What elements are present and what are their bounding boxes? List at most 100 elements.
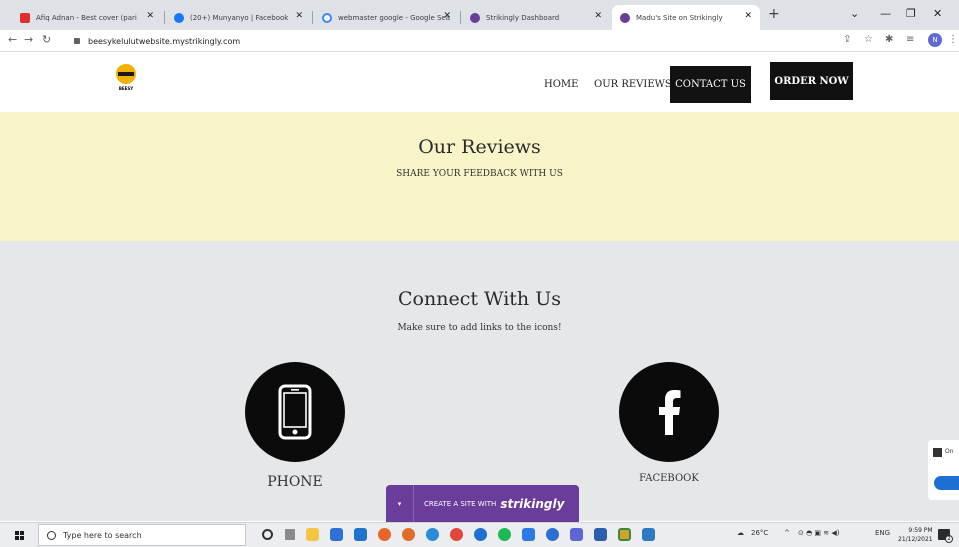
show-hidden-icons-icon[interactable]: ^ — [784, 529, 790, 537]
facebook-icon — [659, 390, 681, 435]
browser-toolbar: ← → ↻ beesykelulutwebsite.mystrikingly.c… — [0, 30, 959, 52]
clock-date: 21/12/2021 — [898, 536, 933, 543]
onedrive-app-icon — [933, 448, 942, 457]
edge-icon[interactable] — [426, 528, 439, 541]
strikingly-brand: strikingly — [500, 496, 565, 511]
close-icon[interactable]: ✕ — [594, 11, 602, 21]
tab-madus-site[interactable]: Madu's Site on Strikingly ✕ — [612, 5, 760, 30]
minimize-icon[interactable]: — — [880, 7, 891, 20]
app-icon[interactable] — [618, 528, 631, 541]
menu-icon[interactable]: ⋮ — [948, 34, 958, 45]
word-icon[interactable] — [594, 528, 607, 541]
close-icon[interactable]: ✕ — [443, 11, 451, 21]
spotify-icon[interactable] — [498, 528, 511, 541]
reviews-section: Our Reviews SHARE YOUR FEEDBACK WITH US — [0, 112, 959, 241]
windows-taskbar: Type here to search ☁ 26°C ^ ⊙ ◓ ▣ ≋ ◀) … — [0, 522, 959, 547]
tab-strikingly-dashboard[interactable]: Strikingly Dashboard ✕ — [462, 5, 610, 30]
strikingly-banner-text: CREATE A SITE WITH — [424, 499, 497, 508]
store-icon[interactable] — [330, 528, 343, 541]
connect-section: Connect With Us Make sure to add links t… — [0, 241, 959, 521]
site-header: BEESY HOME OUR REVIEWS CONTACT US ORDER … — [0, 52, 959, 112]
forward-icon[interactable]: → — [24, 33, 33, 46]
tab-google-search[interactable]: webmaster google - Google Sea ✕ — [314, 5, 459, 30]
address-bar[interactable]: beesykelulutwebsite.mystrikingly.com — [74, 32, 834, 50]
facebook-icon — [174, 12, 184, 23]
reviews-title: Our Reviews — [418, 136, 541, 158]
language-indicator[interactable]: ENG — [875, 529, 890, 537]
close-icon[interactable]: ✕ — [146, 11, 154, 21]
facebook-label: FACEBOOK — [639, 473, 699, 484]
browser-tab-strip: Afiq Adnan - Best cover (pari ✕ (20+) Mu… — [0, 0, 959, 30]
tab-title: webmaster google - Google Sea — [338, 13, 451, 22]
back-icon[interactable]: ← — [8, 33, 17, 46]
phone-icon — [278, 384, 312, 440]
taskbar-clock[interactable]: 9:59 PM 21/12/2021 — [898, 526, 933, 544]
onedrive-popup-text: On — [945, 448, 954, 455]
cortana-icon[interactable] — [262, 529, 273, 540]
tab-title: Madu's Site on Strikingly — [636, 13, 723, 22]
chrome-icon[interactable] — [450, 528, 463, 541]
nav-home[interactable]: HOME — [544, 79, 578, 90]
app-icon[interactable] — [546, 528, 559, 541]
chevron-down-icon[interactable]: ▾ — [386, 485, 414, 522]
bookmark-star-icon[interactable]: ☆ — [864, 34, 873, 45]
youtube-icon — [20, 12, 30, 23]
tab-title: Strikingly Dashboard — [486, 13, 560, 22]
facebook-link[interactable] — [619, 362, 719, 462]
notification-count: 2 — [945, 535, 953, 543]
window-close-icon[interactable]: ✕ — [933, 7, 942, 20]
app-icon[interactable] — [474, 528, 487, 541]
share-icon[interactable]: ⇪ — [843, 34, 851, 45]
reading-list-icon[interactable]: ≡ — [906, 34, 914, 45]
weather-temp: 26°C — [751, 529, 769, 537]
tab-title: Afiq Adnan - Best cover (pari — [36, 13, 137, 22]
strikingly-icon — [620, 12, 630, 23]
tab-title: (20+) Munyanyo | Facebook — [190, 13, 289, 22]
onedrive-popup[interactable]: On — [928, 440, 959, 500]
profile-initial: N — [932, 36, 938, 44]
adobe-app-icon[interactable] — [522, 528, 535, 541]
close-icon[interactable]: ✕ — [295, 11, 303, 21]
browser-icon[interactable] — [402, 528, 415, 541]
search-icon — [47, 531, 56, 540]
nav-contact-us[interactable]: CONTACT US — [670, 66, 751, 103]
phone-link[interactable] — [245, 362, 345, 462]
google-icon — [322, 12, 332, 23]
taskbar-search-input[interactable]: Type here to search — [38, 524, 246, 546]
file-explorer-icon[interactable] — [306, 528, 319, 541]
extensions-icon[interactable]: ✱ — [885, 34, 893, 45]
windows-start-icon[interactable] — [15, 531, 25, 541]
lock-icon — [74, 38, 80, 44]
logo-text: BEESY — [118, 86, 134, 91]
site-logo[interactable]: BEESY — [114, 64, 138, 94]
tab-search-icon[interactable]: ⌄ — [850, 7, 859, 20]
strikingly-banner[interactable]: ▾ CREATE A SITE WITH strikingly — [386, 485, 579, 522]
firefox-icon[interactable] — [378, 528, 391, 541]
maximize-icon[interactable]: ❐ — [906, 7, 916, 20]
tab-facebook[interactable]: (20+) Munyanyo | Facebook ✕ — [166, 5, 311, 30]
phone-label: PHONE — [267, 474, 323, 490]
tab-afiq-adnan[interactable]: Afiq Adnan - Best cover (pari ✕ — [12, 5, 162, 30]
close-icon[interactable]: ✕ — [744, 11, 752, 21]
strikingly-icon — [470, 12, 480, 23]
reload-icon[interactable]: ↻ — [42, 33, 51, 46]
onedrive-cloud-icon — [934, 476, 959, 490]
profile-avatar[interactable]: N — [928, 33, 942, 47]
task-view-icon[interactable] — [285, 529, 295, 540]
reviews-subtitle: SHARE YOUR FEEDBACK WITH US — [396, 169, 563, 179]
bee-logo-icon — [116, 64, 136, 84]
notification-center-icon[interactable]: 2 — [938, 529, 953, 543]
url-text: beesykelulutwebsite.mystrikingly.com — [88, 36, 241, 46]
connect-title: Connect With Us — [398, 288, 561, 310]
tray-app-icons[interactable]: ⊙ ◓ ▣ ≋ ◀) — [798, 529, 839, 537]
order-now-button[interactable]: ORDER NOW — [770, 62, 853, 100]
new-tab-icon[interactable]: + — [768, 6, 780, 22]
taskbar-search-placeholder: Type here to search — [63, 530, 142, 540]
teams-icon[interactable] — [570, 528, 583, 541]
nav-our-reviews[interactable]: OUR REVIEWS — [594, 79, 672, 90]
photos-icon[interactable] — [642, 528, 655, 541]
connect-subtitle: Make sure to add links to the icons! — [397, 323, 562, 333]
mail-icon[interactable] — [354, 528, 367, 541]
clock-time: 9:59 PM — [908, 527, 933, 534]
weather-icon[interactable]: ☁ — [737, 529, 744, 537]
